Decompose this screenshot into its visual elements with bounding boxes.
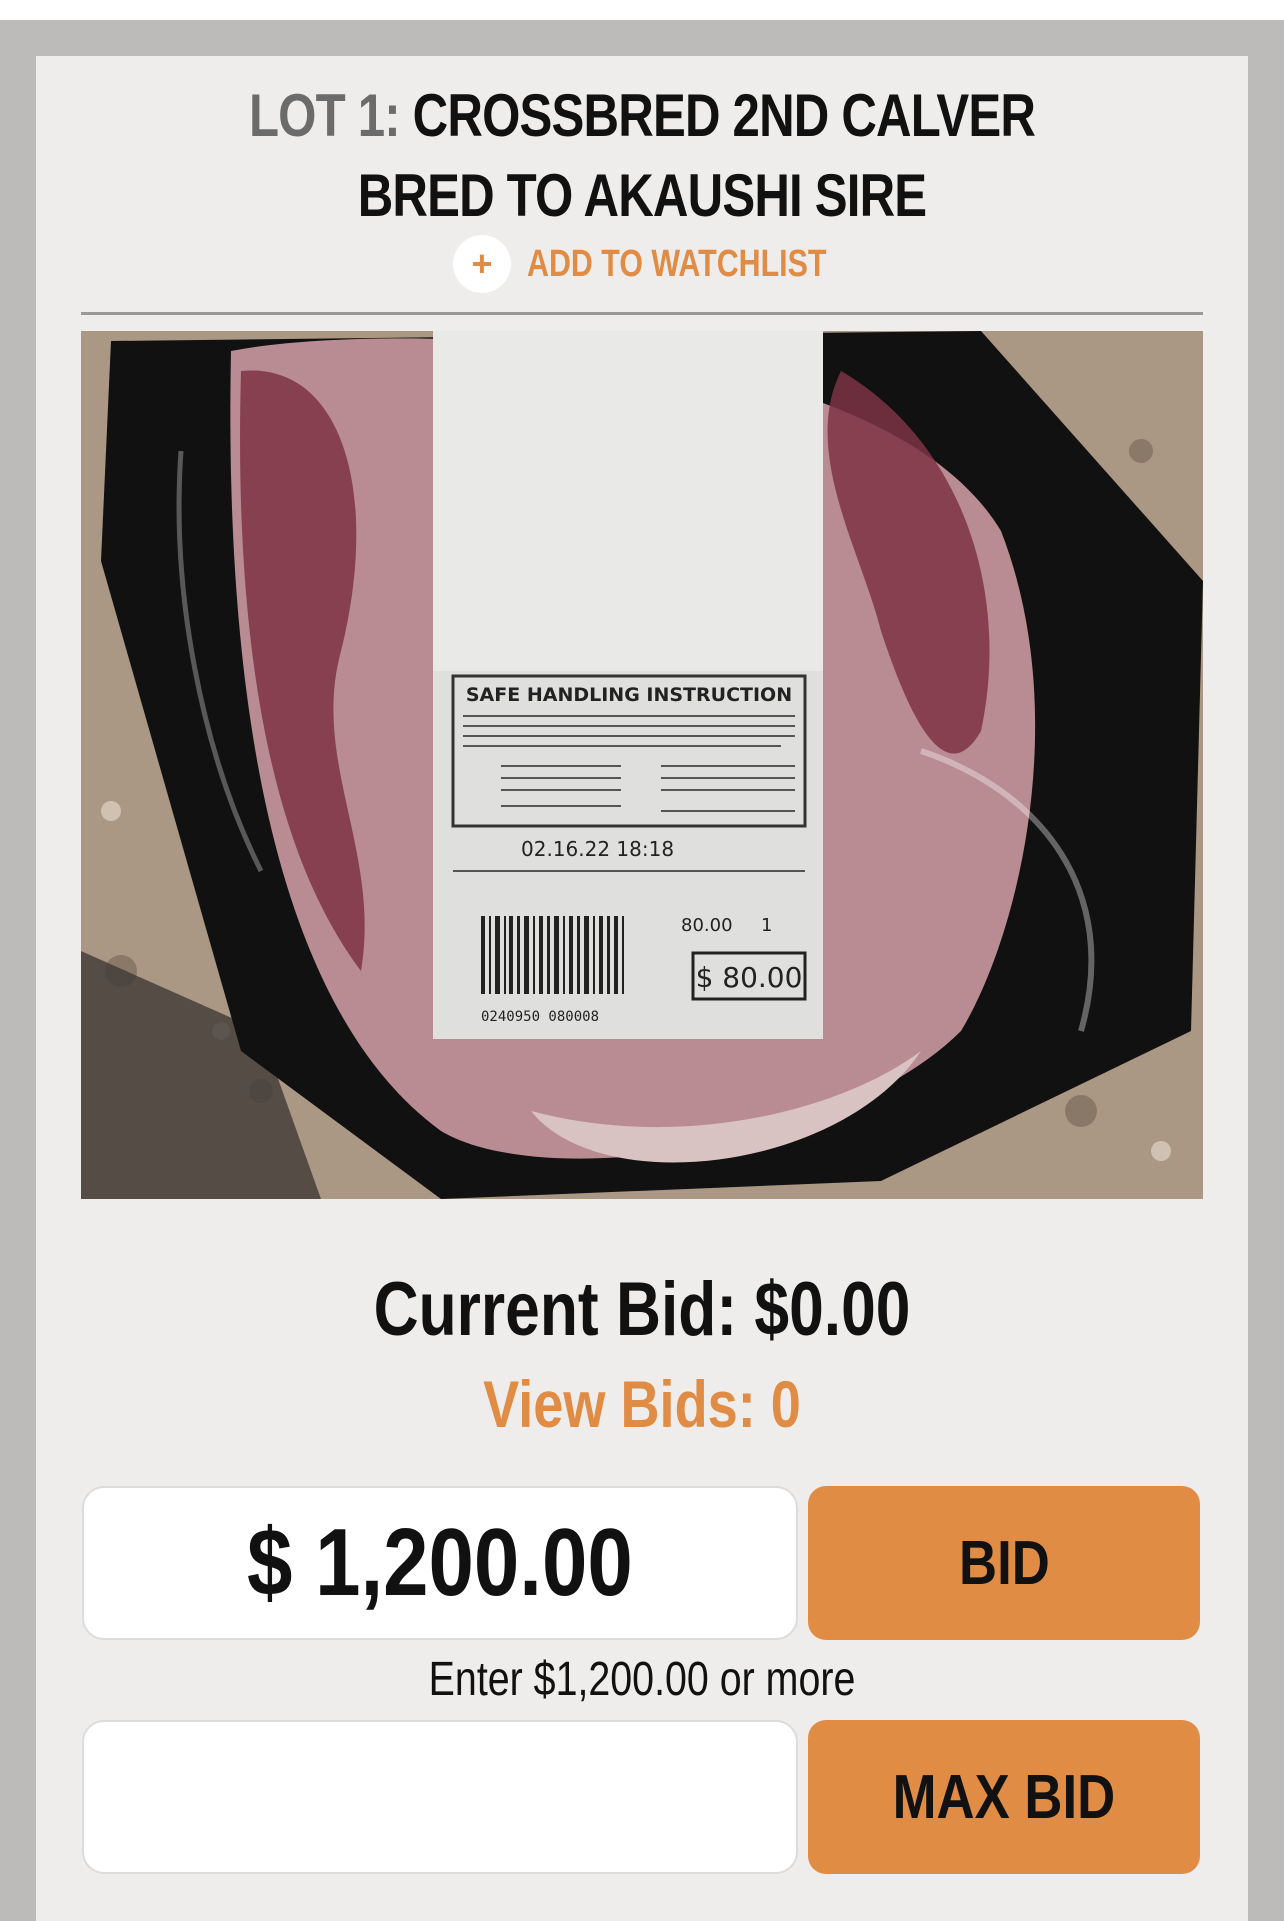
bid-hint: Enter $1,200.00 or more (428, 1653, 856, 1706)
add-to-watchlist-button[interactable]: + ADD TO WATCHLIST (36, 234, 1248, 294)
watchlist-label[interactable]: ADD TO WATCHLIST (527, 243, 826, 286)
price-per-piece: 80.00 (681, 915, 733, 936)
label-heading: SAFE HANDLING INSTRUCTION (466, 684, 792, 706)
packed-on: 02.16.22 18:18 (521, 837, 674, 861)
quantity: 1 (761, 915, 772, 936)
lot-photo[interactable]: SAFE HANDLING INSTRUCTION 02.16.22 18:18 (81, 331, 1203, 1199)
steak-package-image: SAFE HANDLING INSTRUCTION 02.16.22 18:18 (81, 331, 1203, 1199)
label-price: $ 80.00 (696, 961, 803, 994)
bid-amount-input[interactable]: $ 1,200.00 (82, 1486, 798, 1640)
bid-button-label: BID (958, 1528, 1050, 1598)
barcode-number: 0240950 080008 (481, 1009, 599, 1025)
max-bid-button-label: MAX BID (892, 1762, 1116, 1832)
lot-card: LOT 1: CROSSBRED 2ND CALVER BRED TO AKAU… (36, 56, 1248, 1921)
lot-title: LOT 1: CROSSBRED 2ND CALVER BRED TO AKAU… (194, 76, 1089, 236)
lot-name: CROSSBRED 2ND CALVER BRED TO AKAUSHI SIR… (357, 82, 1036, 229)
bid-button[interactable]: BID (808, 1486, 1200, 1640)
divider (81, 312, 1203, 315)
view-bids-link[interactable]: View Bids: 0 (145, 1366, 1139, 1442)
top-strip (0, 0, 1284, 20)
bid-amount-value: $ 1,200.00 (247, 1509, 633, 1616)
max-bid-input[interactable] (82, 1720, 798, 1874)
plus-icon[interactable]: + (452, 235, 511, 293)
current-bid: Current Bid: $0.00 (373, 1267, 911, 1352)
max-bid-button[interactable]: MAX BID (808, 1720, 1200, 1874)
lot-number: LOT 1: (248, 82, 401, 149)
